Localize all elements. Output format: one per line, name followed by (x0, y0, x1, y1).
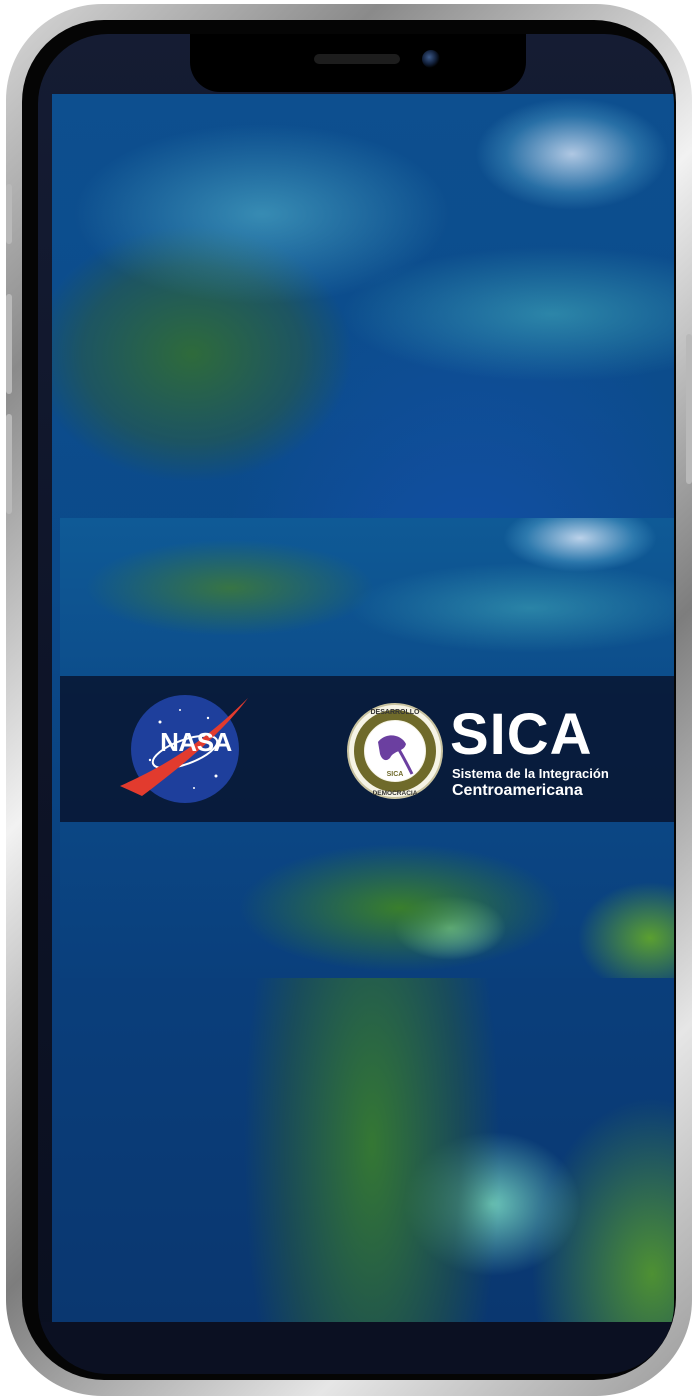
sica-subtitle-line2: Centroamericana (452, 782, 583, 799)
power-button (686, 334, 692, 484)
mute-switch (6, 184, 12, 244)
svg-text:SICA: SICA (387, 771, 404, 778)
volume-down-button (6, 414, 12, 514)
nasa-wordmark: NASA (160, 727, 232, 757)
phone-screen: NASA DESARROLLO DEMOCRACIA SICA SICA Sis… (38, 34, 674, 1374)
sica-subtitle-line1: Sistema de la Integración (452, 766, 609, 781)
phone-frame: NASA DESARROLLO DEMOCRACIA SICA SICA Sis… (6, 4, 692, 1396)
splash-banner: NASA DESARROLLO DEMOCRACIA SICA SICA Sis… (60, 518, 674, 978)
satellite-map-background: NASA DESARROLLO DEMOCRACIA SICA SICA Sis… (52, 94, 674, 1322)
sica-title: SICA (450, 702, 593, 767)
sica-seal-icon: DESARROLLO DEMOCRACIA SICA (347, 703, 443, 799)
logo-strip: NASA DESARROLLO DEMOCRACIA SICA SICA Sis… (60, 676, 674, 822)
svg-text:DEMOCRACIA: DEMOCRACIA (373, 790, 418, 797)
earpiece-speaker (314, 54, 400, 64)
notch (190, 34, 526, 92)
svg-text:DESARROLLO: DESARROLLO (371, 709, 421, 716)
volume-up-button (6, 294, 12, 394)
front-camera-icon (422, 50, 440, 68)
home-indicator-area (38, 1322, 674, 1374)
